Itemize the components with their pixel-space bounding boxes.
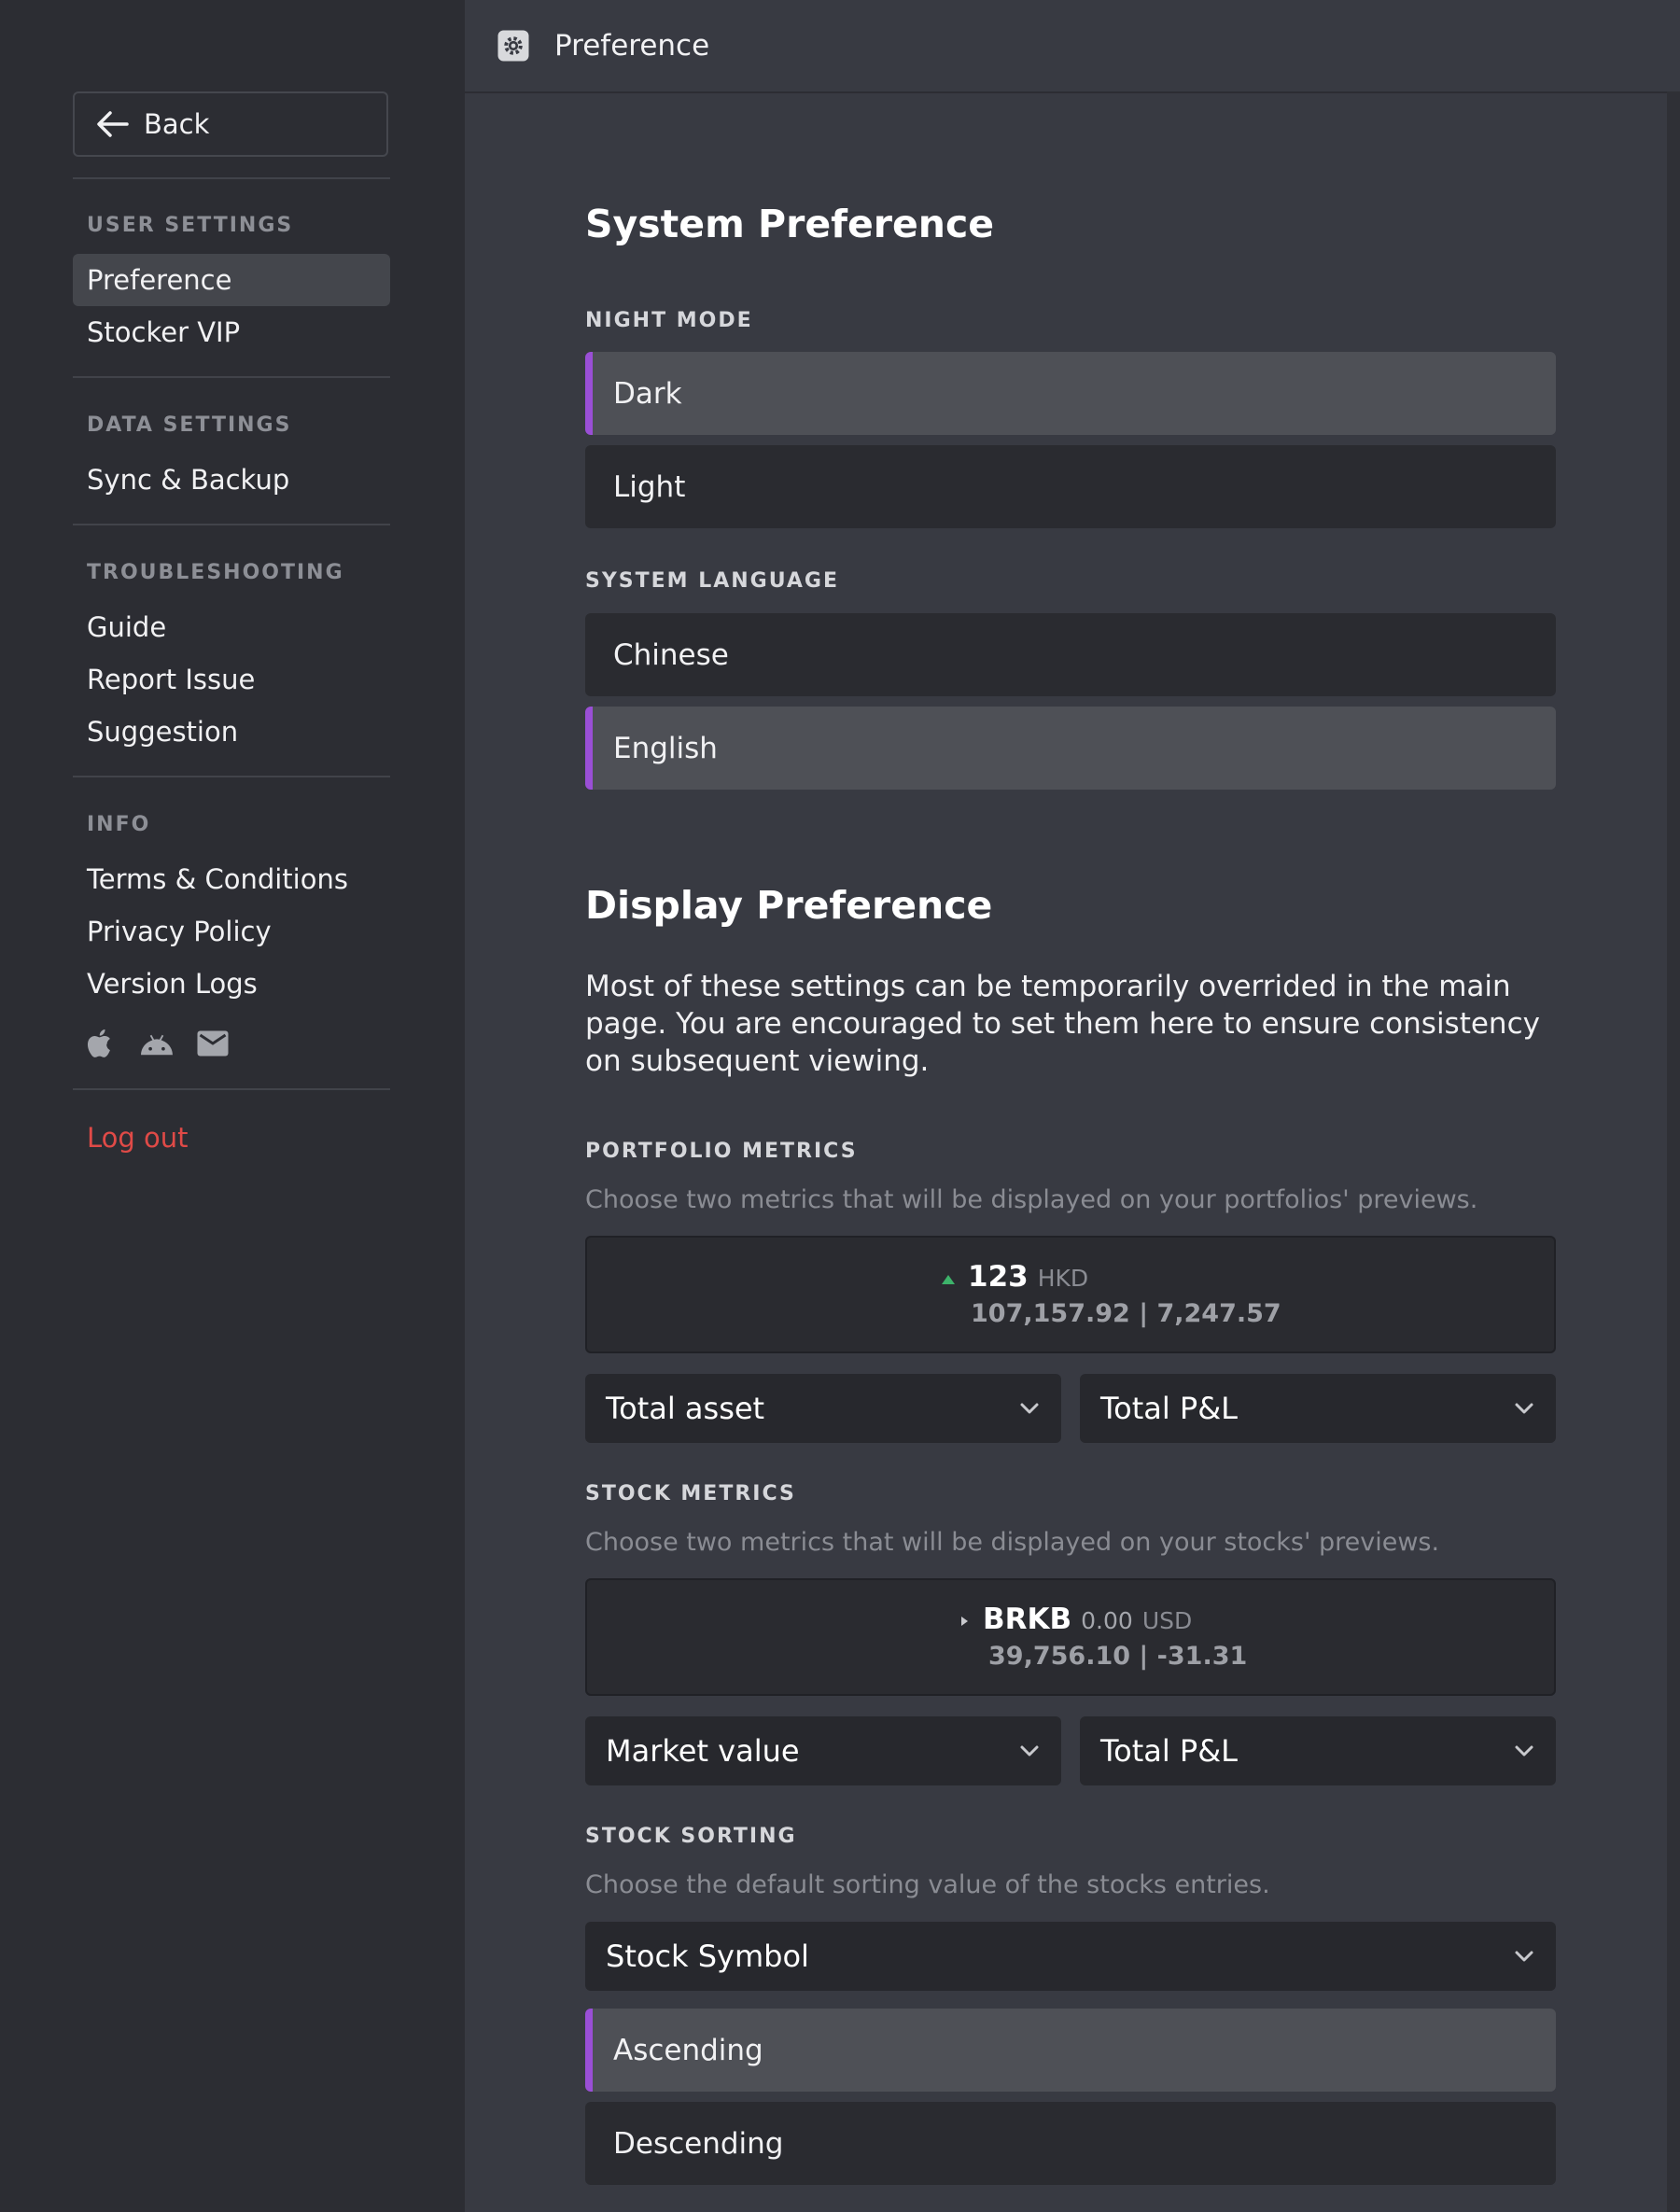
chevron-down-icon — [1515, 1951, 1533, 1962]
stock-preview-line: BRKB 0.00 USD — [959, 1603, 1192, 1636]
stock-sorting-label: STOCK SORTING — [585, 1825, 797, 1848]
portfolio-preview-card: 123 HKD 107,157.92 | 7,247.57 — [585, 1236, 1556, 1353]
stock-metric-2-select[interactable]: Total P&L — [1080, 1716, 1556, 1785]
portfolio-metrics-hint: Choose two metrics that will be displaye… — [585, 1185, 1478, 1214]
header-bar: Preference — [465, 0, 1680, 93]
sidebar-item-version-logs[interactable]: Version Logs — [73, 958, 390, 1010]
android-icon[interactable] — [138, 1027, 175, 1060]
sidebar-item-report-issue[interactable]: Report Issue — [73, 653, 390, 706]
chevron-down-icon — [1020, 1403, 1039, 1414]
sort-order-option-ascending[interactable]: Ascending — [585, 2009, 1556, 2092]
stock-symbol: BRKB — [983, 1603, 1072, 1636]
chevron-down-icon — [1515, 1745, 1533, 1757]
sidebar-item-suggestion[interactable]: Suggestion — [73, 706, 390, 758]
stock-sort-by-select[interactable]: Stock Symbol — [585, 1922, 1556, 1991]
portfolio-metrics-label: PORTFOLIO METRICS — [585, 1140, 858, 1163]
stock-metric-2-value: Total P&L — [1100, 1733, 1238, 1769]
stock-currency: USD — [1141, 1607, 1193, 1634]
triangle-right-icon — [961, 1617, 968, 1626]
chevron-down-icon — [1515, 1403, 1533, 1414]
divider — [73, 524, 390, 525]
portfolio-metric-2-select[interactable]: Total P&L — [1080, 1374, 1556, 1443]
divider — [73, 776, 390, 777]
section-title-troubleshooting: TROUBLESHOOTING — [87, 561, 344, 584]
sidebar-item-terms[interactable]: Terms & Conditions — [73, 853, 390, 905]
language-option-english[interactable]: English — [585, 707, 1556, 790]
stock-metric-1-select[interactable]: Market value — [585, 1716, 1061, 1785]
gear-icon — [497, 29, 530, 63]
portfolio-metric-1-select[interactable]: Total asset — [585, 1374, 1061, 1443]
stock-metrics-hint: Choose two metrics that will be displaye… — [585, 1528, 1440, 1557]
night-mode-option-dark[interactable]: Dark — [585, 352, 1556, 435]
stock-sort-by-value: Stock Symbol — [606, 1939, 809, 1974]
social-icons — [84, 1027, 230, 1060]
sidebar-item-guide[interactable]: Guide — [73, 601, 390, 653]
sidebar-item-preference[interactable]: Preference — [73, 254, 390, 306]
divider — [73, 376, 390, 378]
divider — [73, 1088, 390, 1090]
section-title-data-settings: DATA SETTINGS — [87, 413, 292, 437]
page-title: Preference — [554, 29, 710, 63]
display-preference-heading: Display Preference — [585, 883, 993, 928]
night-mode-label: NIGHT MODE — [585, 309, 753, 332]
display-preference-description: Most of these settings can be temporaril… — [585, 970, 1540, 1078]
chevron-down-icon — [1020, 1745, 1039, 1757]
language-option-chinese[interactable]: Chinese — [585, 613, 1556, 696]
stock-metric-values: 39,756.10 | -31.31 — [988, 1642, 1248, 1671]
apple-icon[interactable] — [84, 1027, 118, 1060]
sidebar: Back USER SETTINGS Preference Stocker VI… — [0, 0, 465, 2212]
portfolio-currency: HKD — [1037, 1265, 1089, 1292]
system-preference-heading: System Preference — [585, 202, 995, 246]
portfolio-metric-2-value: Total P&L — [1100, 1391, 1238, 1426]
night-mode-option-light[interactable]: Light — [585, 445, 1556, 528]
back-label: Back — [144, 108, 210, 140]
portfolio-metric-1-value: Total asset — [606, 1391, 765, 1426]
stock-change: 0.00 — [1081, 1607, 1133, 1634]
logout-link[interactable]: Log out — [87, 1122, 189, 1154]
system-language-label: SYSTEM LANGUAGE — [585, 569, 840, 593]
sort-order-option-descending[interactable]: Descending — [585, 2102, 1556, 2185]
triangle-up-icon — [942, 1275, 955, 1284]
stock-preview-card: BRKB 0.00 USD 39,756.10 | -31.31 — [585, 1578, 1556, 1696]
section-title-info: INFO — [87, 813, 151, 836]
sidebar-item-stocker-vip[interactable]: Stocker VIP — [73, 306, 390, 358]
divider — [73, 177, 390, 179]
portfolio-preview-line: 123 HKD — [940, 1260, 1088, 1294]
portfolio-name: 123 — [968, 1260, 1029, 1294]
stock-sorting-hint: Choose the default sorting value of the … — [585, 1870, 1270, 1899]
mail-icon[interactable] — [196, 1027, 230, 1060]
section-title-user-settings: USER SETTINGS — [87, 214, 294, 237]
arrow-left-icon — [97, 111, 129, 137]
sidebar-item-privacy[interactable]: Privacy Policy — [73, 905, 390, 958]
scrollbar[interactable] — [1667, 91, 1680, 2212]
portfolio-metric-values: 107,157.92 | 7,247.57 — [971, 1299, 1281, 1328]
stock-metrics-label: STOCK METRICS — [585, 1482, 796, 1505]
sidebar-item-sync-backup[interactable]: Sync & Backup — [73, 454, 390, 506]
back-button[interactable]: Back — [73, 91, 388, 157]
stock-metric-1-value: Market value — [606, 1733, 800, 1769]
